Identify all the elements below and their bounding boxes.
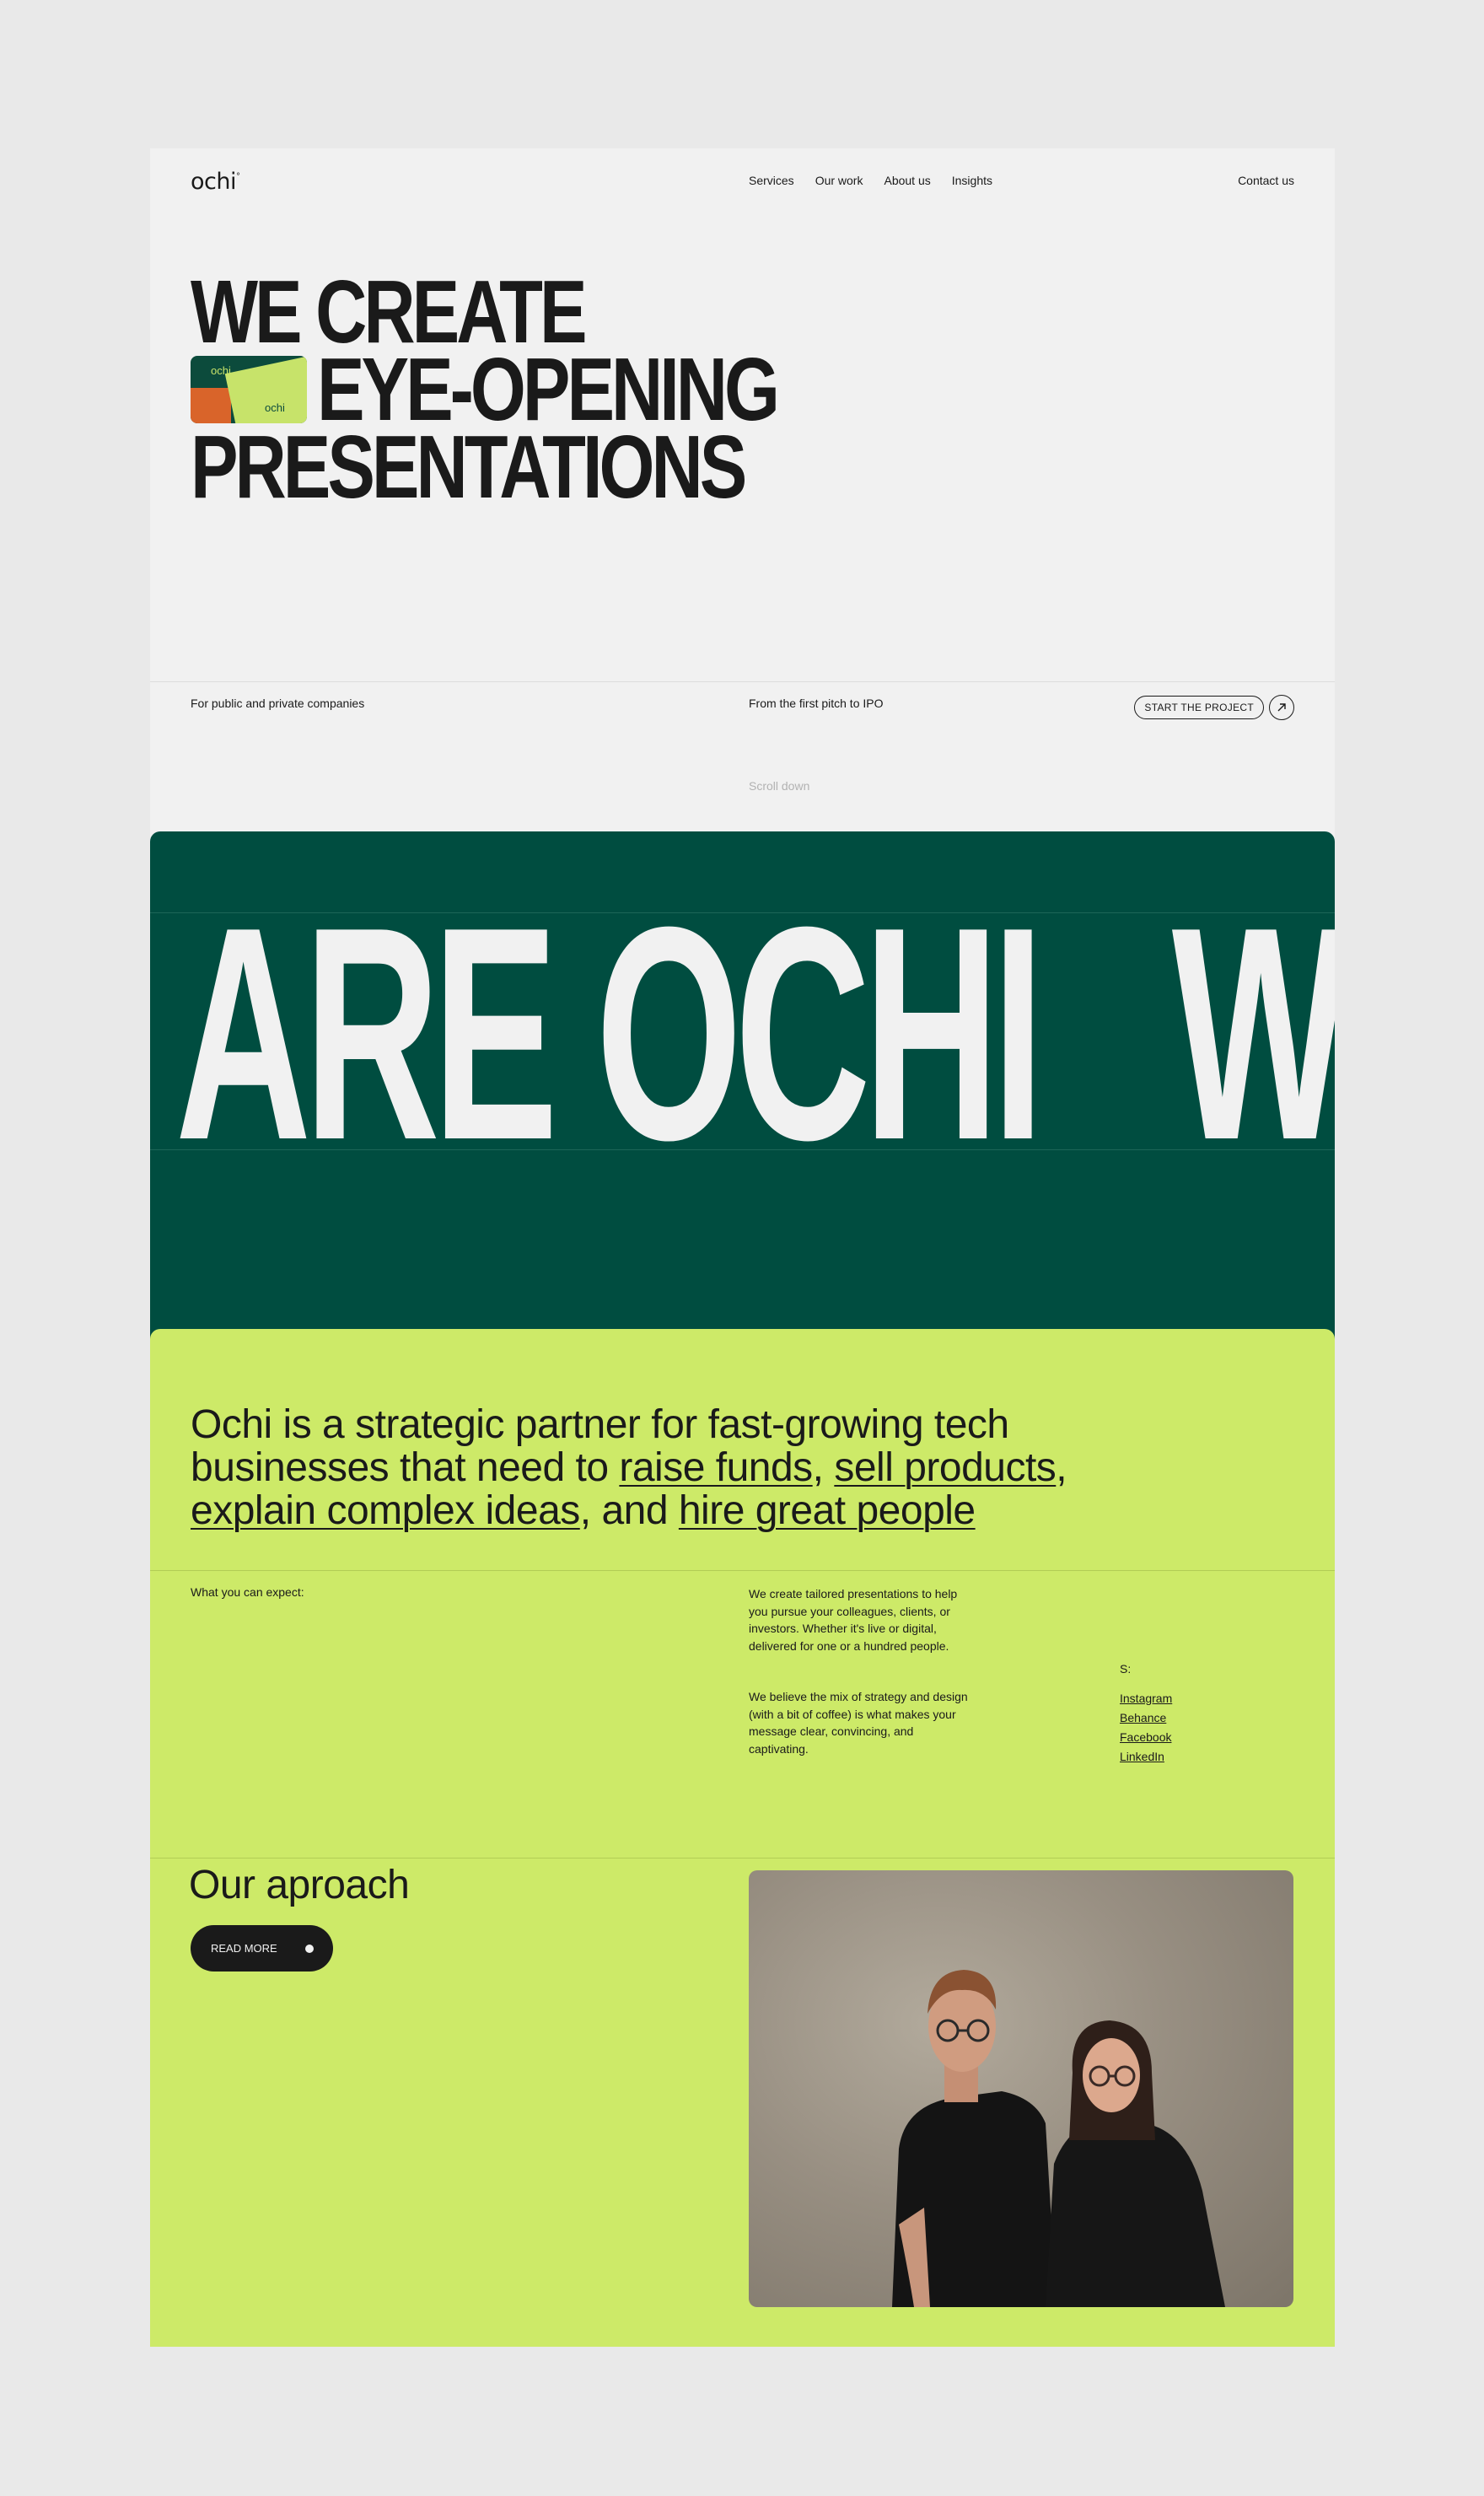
hero-tag-pitch: From the first pitch to IPO [749,697,884,710]
ochi-logo[interactable]: ochi° [191,169,240,195]
nav-link-about-us[interactable]: About us [884,174,930,187]
about-paragraph-1: We create tailored presentations to help… [749,1587,958,1653]
social-link-instagram[interactable]: Instagram [1120,1689,1172,1708]
link-hire-people[interactable]: hire great people [679,1488,976,1533]
start-project-cta: START THE PROJECT [1134,695,1294,720]
marquee-text: ARE OCHI WE [175,864,1335,1203]
hero-heading: WE CREATE ochi ochi EYE-OPENING PRESENTA… [191,267,891,517]
thumbnail-logo-1: ochi [211,364,231,377]
top-navigation: ochi° Services Our work About us Insight… [150,148,1335,216]
nav-links: Services Our work About us Insights [749,174,992,187]
link-raise-funds[interactable]: raise funds [619,1445,813,1490]
link-explain-ideas[interactable]: explain complex ideas [191,1488,580,1533]
about-divider-2 [150,1858,1335,1859]
logo-text: ochi [191,169,236,195]
about-paragraph-2: We believe the mix of strategy and desig… [749,1690,968,1756]
read-more-label: READ MORE [211,1942,277,1955]
social-link-facebook[interactable]: Facebook [1120,1728,1172,1747]
about-separator: , [1056,1445,1067,1490]
hero-divider [150,681,1335,682]
about-section: Ochi is a strategic partner for fast-gro… [150,1329,1335,2347]
start-project-button[interactable]: START THE PROJECT [1134,696,1264,719]
team-photo-illustration [892,1970,1225,2307]
link-sell-products[interactable]: sell products [834,1445,1056,1490]
about-statement: Ochi is a strategic partner for fast-gro… [191,1403,1101,1532]
socials-label: S: [1120,1662,1132,1676]
nav-link-insights[interactable]: Insights [952,174,992,187]
about-divider-1 [150,1570,1335,1571]
arrow-up-right-icon[interactable] [1269,695,1294,720]
expect-label: What you can expect: [191,1585,304,1599]
logo-mark: ° [235,172,240,181]
about-separator: , and [579,1488,679,1533]
hero-thumbnail-image: ochi ochi [191,356,307,423]
team-photo [749,1870,1293,2307]
social-link-linkedin[interactable]: LinkedIn [1120,1747,1172,1767]
social-links: S: Instagram Behance Facebook LinkedIn [1120,1660,1172,1767]
nav-link-services[interactable]: Services [749,174,794,187]
scroll-down-hint[interactable]: Scroll down [749,779,809,793]
page-frame: ochi° Services Our work About us Insight… [150,148,1335,2347]
hero-line-3: PRESENTATIONS [191,417,747,517]
hero-tag-companies: For public and private companies [191,697,365,710]
approach-heading: Our aproach [189,1863,410,1907]
thumbnail-logo-2: ochi [265,401,285,414]
nav-link-our-work[interactable]: Our work [815,174,863,187]
nav-link-contact[interactable]: Contact us [1238,174,1294,187]
social-link-behance[interactable]: Behance [1120,1708,1172,1728]
dot-icon [305,1944,314,1953]
marquee-section: ARE OCHI WE [150,831,1335,1354]
read-more-button[interactable]: READ MORE [191,1925,333,1972]
about-separator: , [812,1445,835,1490]
